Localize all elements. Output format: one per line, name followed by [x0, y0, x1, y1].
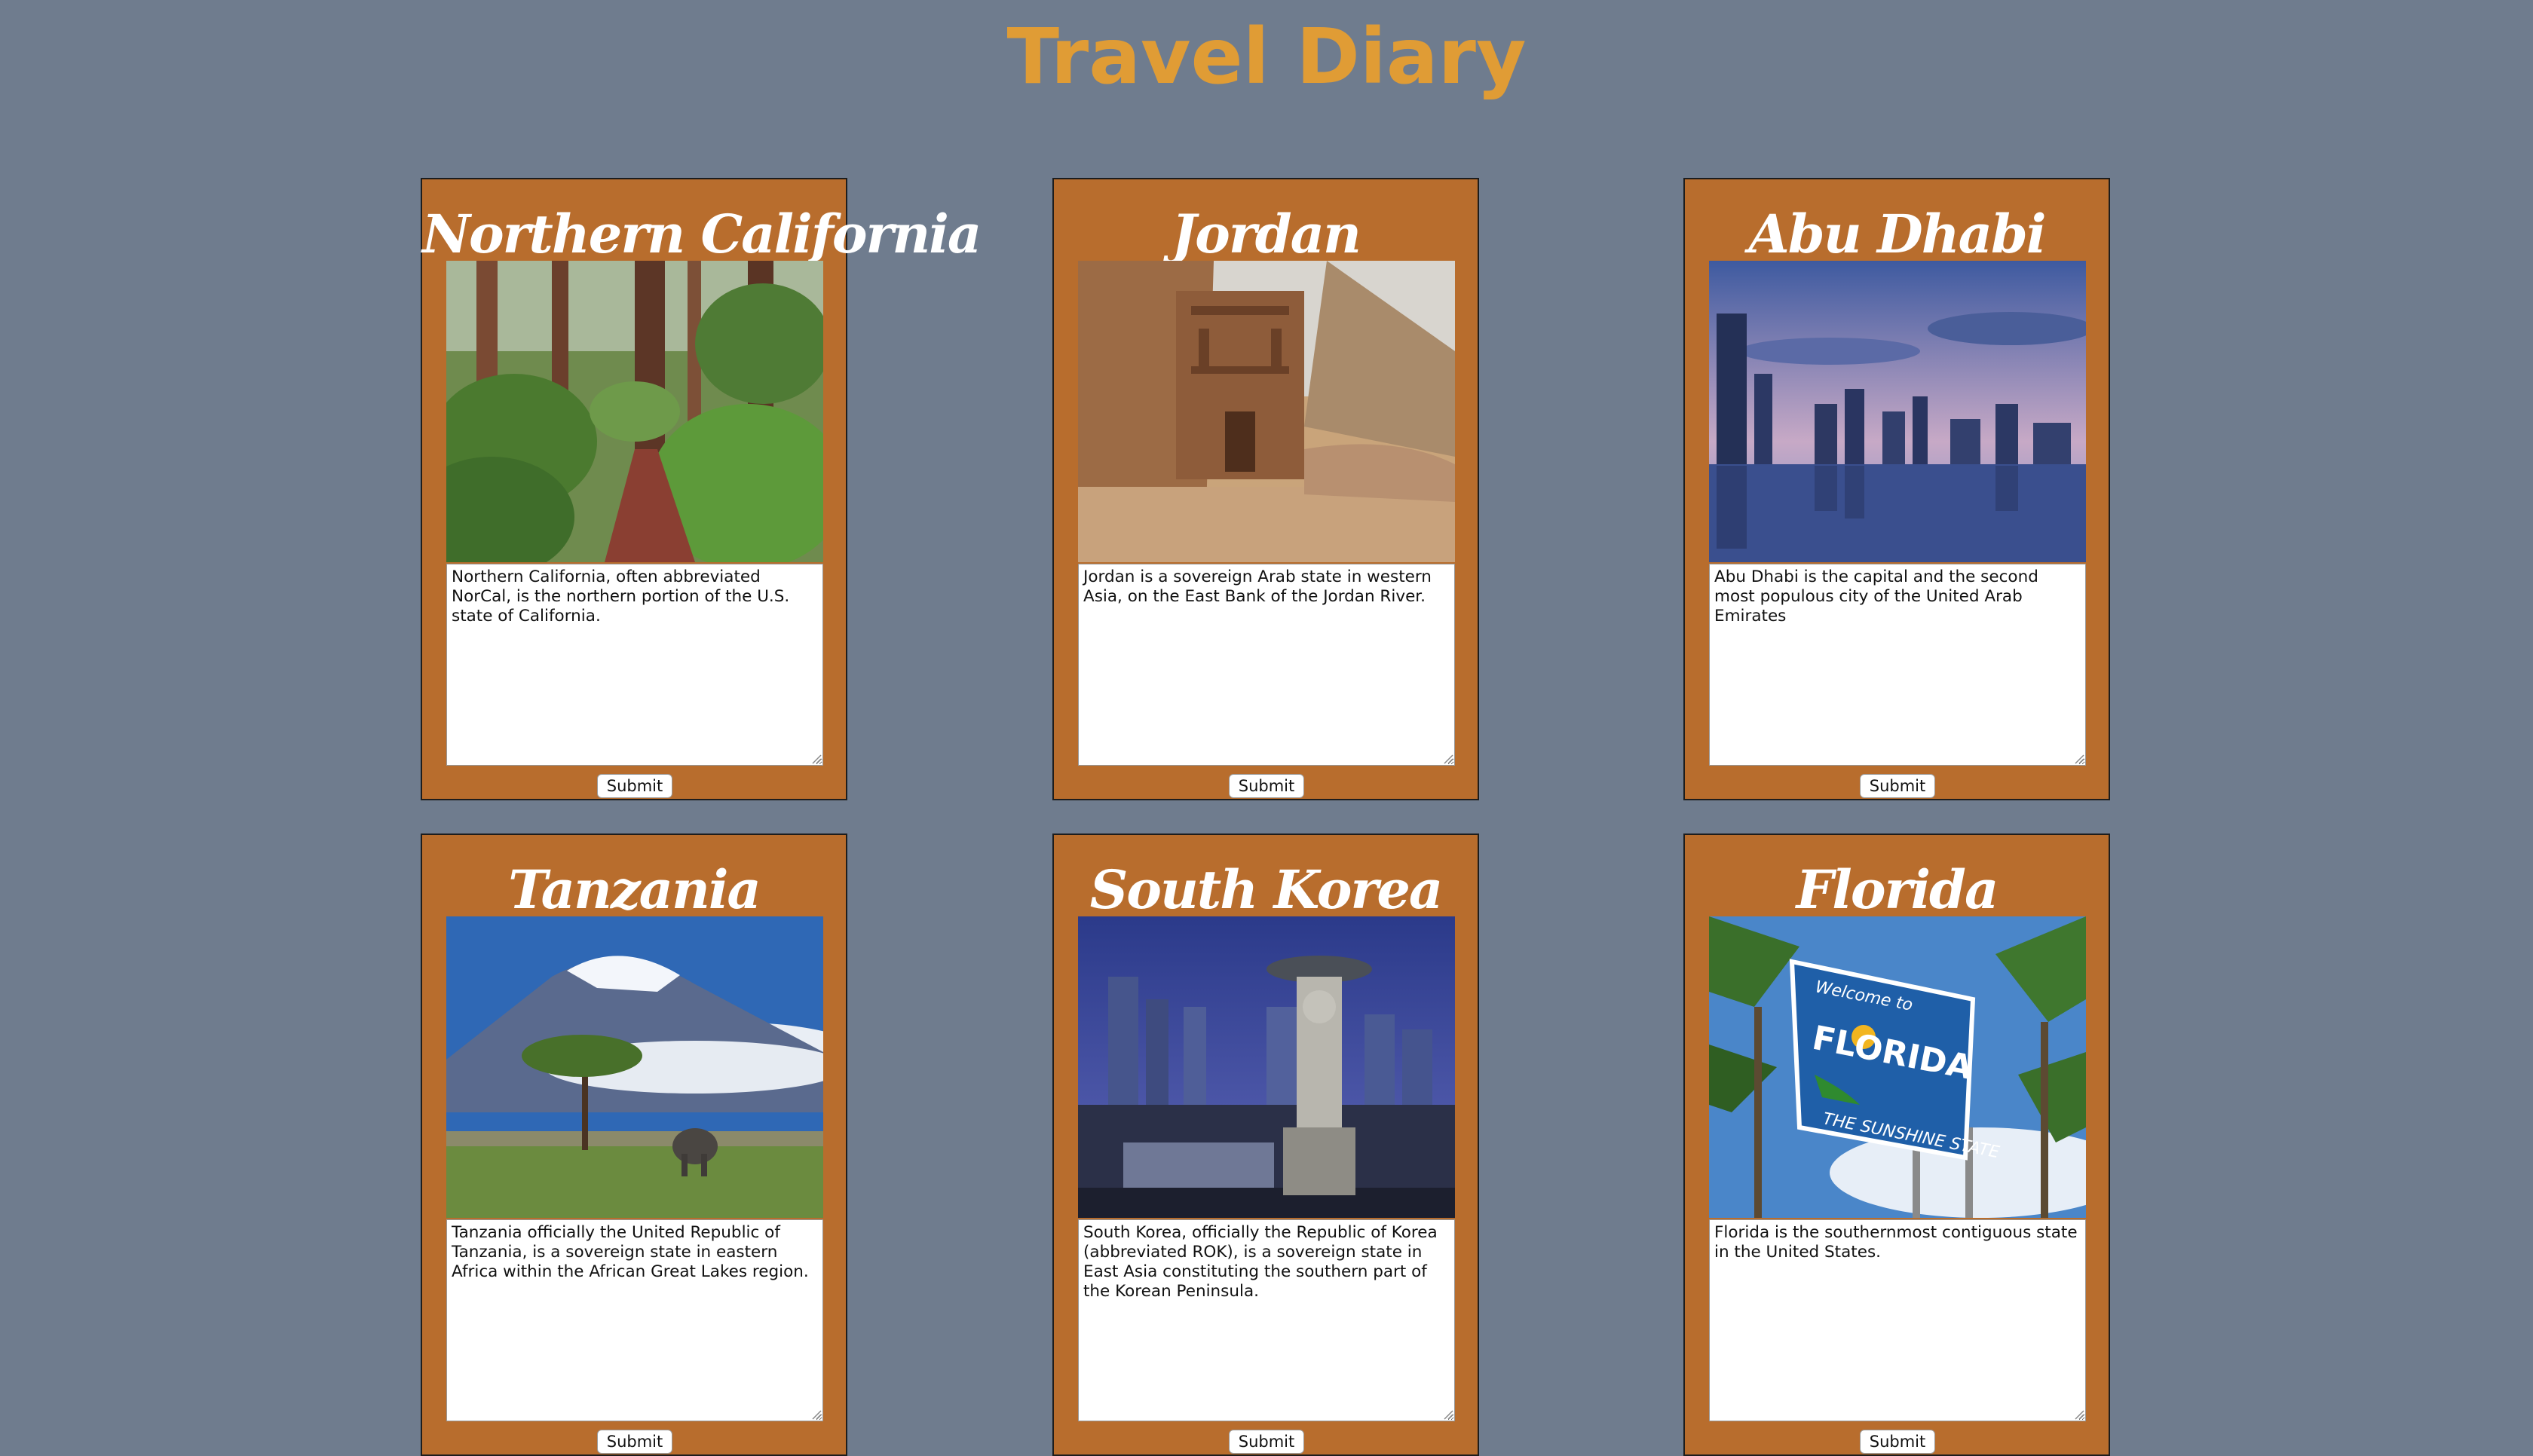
description-textarea[interactable]: South Korea, officially the Republic of …	[1078, 1219, 1455, 1421]
description-textarea[interactable]: Jordan is a sovereign Arab state in west…	[1078, 564, 1455, 766]
petra-monastery-image	[1078, 261, 1455, 562]
submit-button[interactable]: Submit	[597, 774, 672, 798]
submit-button[interactable]: Submit	[1860, 774, 1935, 798]
kilimanjaro-elephant-image	[446, 916, 823, 1218]
submit-button[interactable]: Submit	[597, 1430, 672, 1454]
submit-button[interactable]: Submit	[1860, 1430, 1935, 1454]
description-textarea[interactable]: Abu Dhabi is the capital and the second …	[1709, 564, 2086, 766]
resize-grip-icon[interactable]	[1443, 1409, 1453, 1420]
resize-grip-icon[interactable]	[1443, 754, 1453, 764]
redwood-forest-image	[446, 261, 823, 562]
resize-grip-icon[interactable]	[2074, 1409, 2084, 1420]
city-skyline-image	[1709, 261, 2086, 562]
description-textarea[interactable]: Tanzania officially the United Republic …	[446, 1219, 823, 1421]
description-textarea[interactable]: Florida is the southernmost contiguous s…	[1709, 1219, 2086, 1421]
page-title: Travel Diary	[1006, 12, 1527, 102]
description-textarea[interactable]: Northern California, often abbreviated N…	[446, 564, 823, 766]
destination-card-south-korea: South Korea South Korea, officially the …	[1052, 834, 1479, 1456]
submit-button[interactable]: Submit	[1229, 1430, 1304, 1454]
resize-grip-icon[interactable]	[811, 1409, 822, 1420]
destination-card-northern-california: Northern California Northern California,…	[421, 178, 982, 800]
destination-card-abu-dhabi: Abu Dhabi Abu Dhabi is the capital and t…	[1683, 178, 2110, 800]
resize-grip-icon[interactable]	[2074, 754, 2084, 764]
seoul-buddha-statue-image	[1078, 916, 1455, 1218]
destination-card-florida: Florida Welcome to FLORIDA THE SUNSHINE …	[1683, 834, 2110, 1456]
destination-card-tanzania: Tanzania Tanzania officially the United …	[421, 834, 847, 1456]
resize-grip-icon[interactable]	[811, 754, 822, 764]
destination-card-jordan: Jordan Jordan is a sovereign Arab state …	[1052, 178, 1479, 800]
submit-button[interactable]: Submit	[1229, 774, 1304, 798]
welcome-sign-palm-image: Welcome to FLORIDA THE SUNSHINE STATE	[1709, 916, 2086, 1218]
